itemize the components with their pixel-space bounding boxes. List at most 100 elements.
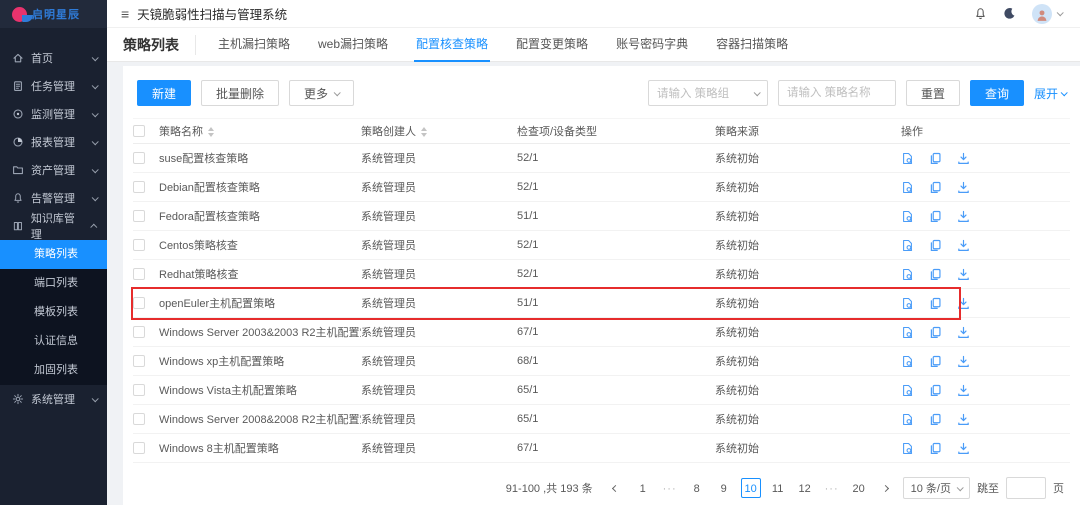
table-row[interactable]: Redhat策略核查 系统管理员 52/1 系统初始 <box>133 260 1070 289</box>
view-detail-icon[interactable] <box>901 239 914 252</box>
table-row[interactable]: suse配置核查策略 系统管理员 52/1 系统初始 <box>133 144 1070 173</box>
sidebar-item-knowledge-base[interactable]: 知识库管理 <box>0 212 107 240</box>
view-detail-icon[interactable] <box>901 355 914 368</box>
tab-config-check[interactable]: 配置核查策略 <box>402 28 502 62</box>
sidebar-item-monitoring[interactable]: 监测管理 <box>0 100 107 128</box>
row-checkbox[interactable] <box>133 413 145 425</box>
sidebar-subitem-hardening-list[interactable]: 加固列表 <box>0 356 107 385</box>
page-number[interactable]: 8 <box>687 478 707 498</box>
hamburger-menu-icon[interactable]: ≡ <box>121 6 129 22</box>
download-icon[interactable] <box>957 442 970 455</box>
copy-icon[interactable] <box>929 413 942 426</box>
download-icon[interactable] <box>957 152 970 165</box>
table-row[interactable]: Centos策略核查 系统管理员 52/1 系统初始 <box>133 231 1070 260</box>
download-icon[interactable] <box>957 355 970 368</box>
dark-mode-moon-icon[interactable] <box>1003 7 1016 20</box>
copy-icon[interactable] <box>929 210 942 223</box>
sort-icon[interactable] <box>421 127 427 137</box>
copy-icon[interactable] <box>929 181 942 194</box>
user-menu[interactable] <box>1032 4 1062 24</box>
tab-host-vuln-scan[interactable]: 主机漏扫策略 <box>204 28 304 62</box>
view-detail-icon[interactable] <box>901 384 914 397</box>
table-row[interactable]: Windows Server 2003&2003 R2主机配置策略 系统管理员 … <box>133 318 1070 347</box>
copy-icon[interactable] <box>929 268 942 281</box>
row-checkbox[interactable] <box>133 268 145 280</box>
view-detail-icon[interactable] <box>901 442 914 455</box>
row-checkbox[interactable] <box>133 326 145 338</box>
table-row[interactable]: Debian配置核查策略 系统管理员 52/1 系统初始 <box>133 173 1070 202</box>
expand-link[interactable]: 展开 <box>1034 85 1066 102</box>
view-detail-icon[interactable] <box>901 326 914 339</box>
download-icon[interactable] <box>957 239 970 252</box>
policy-name-input[interactable] <box>778 80 896 106</box>
download-icon[interactable] <box>957 268 970 281</box>
tab-container-scan[interactable]: 容器扫描策略 <box>702 28 802 62</box>
view-detail-icon[interactable] <box>901 297 914 310</box>
sidebar-subitem-auth-info[interactable]: 认证信息 <box>0 327 107 356</box>
download-icon[interactable] <box>957 297 970 310</box>
table-row[interactable]: Windows xp主机配置策略 系统管理员 68/1 系统初始 <box>133 347 1070 376</box>
tab-account-dictionary[interactable]: 账号密码字典 <box>602 28 702 62</box>
reset-button[interactable]: 重置 <box>906 80 960 106</box>
page-number[interactable]: 9 <box>714 478 734 498</box>
row-checkbox[interactable] <box>133 355 145 367</box>
row-checkbox[interactable] <box>133 442 145 454</box>
sidebar-item-reports[interactable]: 报表管理 <box>0 128 107 156</box>
page-number[interactable]: 12 <box>795 478 815 498</box>
sidebar-subitem-port-list[interactable]: 端口列表 <box>0 269 107 298</box>
table-row-highlighted[interactable]: openEuler主机配置策略 系统管理员 51/1 系统初始 <box>133 289 1070 318</box>
tab-config-change[interactable]: 配置变更策略 <box>502 28 602 62</box>
row-checkbox[interactable] <box>133 210 145 222</box>
row-checkbox[interactable] <box>133 384 145 396</box>
prev-page-button[interactable] <box>606 478 626 498</box>
page-size-select[interactable]: 10 条/页 <box>903 477 970 499</box>
sidebar-item-tasks[interactable]: 任务管理 <box>0 72 107 100</box>
batch-delete-button[interactable]: 批量删除 <box>201 80 279 106</box>
copy-icon[interactable] <box>929 355 942 368</box>
sidebar-item-assets[interactable]: 资产管理 <box>0 156 107 184</box>
new-button[interactable]: 新建 <box>137 80 191 106</box>
row-checkbox[interactable] <box>133 297 145 309</box>
sidebar-item-home[interactable]: 首页 <box>0 44 107 72</box>
table-row[interactable]: Windows Server 2008&2008 R2主机配置策略 系统管理员 … <box>133 405 1070 434</box>
tab-web-vuln-scan[interactable]: web漏扫策略 <box>304 28 402 62</box>
download-icon[interactable] <box>957 181 970 194</box>
copy-icon[interactable] <box>929 297 942 310</box>
sidebar-subitem-policy-list[interactable]: 策略列表 <box>0 240 107 269</box>
sort-icon[interactable] <box>208 127 214 137</box>
copy-icon[interactable] <box>929 239 942 252</box>
row-checkbox[interactable] <box>133 181 145 193</box>
table-row[interactable]: Windows 8主机配置策略 系统管理员 67/1 系统初始 <box>133 434 1070 463</box>
sidebar-subitem-template-list[interactable]: 模板列表 <box>0 298 107 327</box>
notification-bell-icon[interactable] <box>974 7 987 20</box>
download-icon[interactable] <box>957 413 970 426</box>
row-checkbox[interactable] <box>133 152 145 164</box>
more-button[interactable]: 更多 <box>289 80 354 106</box>
query-button[interactable]: 查询 <box>970 80 1024 106</box>
view-detail-icon[interactable] <box>901 413 914 426</box>
sidebar-item-alerts[interactable]: 告警管理 <box>0 184 107 212</box>
next-page-button[interactable] <box>876 478 896 498</box>
download-icon[interactable] <box>957 210 970 223</box>
page-number-active[interactable]: 10 <box>741 478 761 498</box>
download-icon[interactable] <box>957 326 970 339</box>
view-detail-icon[interactable] <box>901 181 914 194</box>
view-detail-icon[interactable] <box>901 210 914 223</box>
table-row[interactable]: Windows Vista主机配置策略 系统管理员 65/1 系统初始 <box>133 376 1070 405</box>
sidebar-item-system[interactable]: 系统管理 <box>0 385 107 413</box>
copy-icon[interactable] <box>929 384 942 397</box>
jump-to-page-input[interactable] <box>1006 477 1046 499</box>
view-detail-icon[interactable] <box>901 268 914 281</box>
copy-icon[interactable] <box>929 152 942 165</box>
select-all-checkbox[interactable] <box>133 125 145 137</box>
row-checkbox[interactable] <box>133 239 145 251</box>
download-icon[interactable] <box>957 384 970 397</box>
page-number[interactable]: 11 <box>768 478 788 498</box>
page-number[interactable]: 1 <box>633 478 653 498</box>
table-row[interactable]: Fedora配置核查策略 系统管理员 51/1 系统初始 <box>133 202 1070 231</box>
pagination-ellipsis[interactable]: ··· <box>822 478 842 498</box>
copy-icon[interactable] <box>929 442 942 455</box>
view-detail-icon[interactable] <box>901 152 914 165</box>
pagination-ellipsis[interactable]: ··· <box>660 478 680 498</box>
copy-icon[interactable] <box>929 326 942 339</box>
